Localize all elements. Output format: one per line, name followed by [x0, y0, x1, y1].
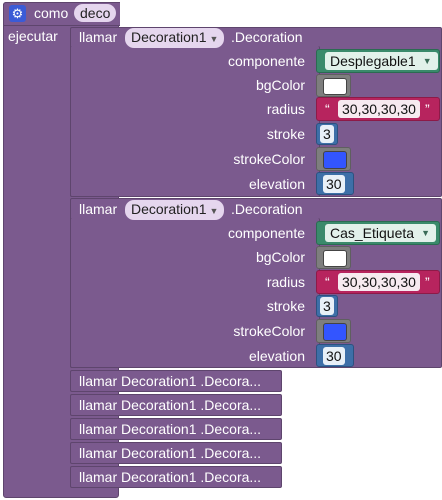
call-2-componente-label: componente: [227, 225, 305, 241]
call-2-elevation-block[interactable]: 30: [316, 344, 354, 367]
quote-open-icon: “: [325, 274, 330, 290]
collapsed-call-3-label: llamar Decoration1 .Decora...: [79, 421, 262, 437]
collapsed-call-4-label: llamar Decoration1 .Decora...: [79, 445, 262, 461]
quote-close-icon: ”: [425, 274, 430, 290]
chevron-down-icon: ▼: [209, 34, 219, 44]
call-2-radius-block[interactable]: “ 30,30,30,30 ”: [316, 270, 440, 294]
call-1-elevation-block[interactable]: 30: [316, 172, 354, 195]
call-2-stroke-value[interactable]: 3: [320, 297, 334, 315]
call-2-strokecolor-label: strokeColor: [233, 323, 305, 339]
collapsed-call-2-label: llamar Decoration1 .Decora...: [79, 397, 262, 413]
call-1-label: llamar: [79, 29, 118, 45]
call-2-label: llamar: [79, 201, 118, 217]
procedure-do-label: ejecutar: [8, 28, 58, 44]
call-1-strokecolor-swatch[interactable]: [323, 151, 347, 169]
collapsed-call-5-label: llamar Decoration1 .Decora...: [79, 469, 262, 485]
call-2-stroke-block[interactable]: 3: [316, 295, 338, 317]
call-2-bgcolor-block[interactable]: [316, 246, 351, 269]
collapsed-call-3[interactable]: llamar Decoration1 .Decora...: [70, 418, 282, 440]
call-1-stroke-label: stroke: [266, 126, 305, 142]
call-1-stroke-block[interactable]: 3: [316, 123, 338, 145]
call-2-method: .Decoration: [231, 201, 303, 217]
call-1-componente-label: componente: [227, 53, 305, 69]
call-1-bgcolor-label: bgColor: [255, 77, 305, 93]
call-1-strokecolor-label: strokeColor: [233, 151, 305, 167]
chevron-down-icon: ▼: [209, 206, 219, 216]
call-2-componente-value: Cas_Etiqueta: [330, 225, 415, 241]
call-1-component-value: Decoration1: [131, 29, 207, 45]
call-2-bgcolor-label: bgColor: [255, 249, 305, 265]
call-1-stroke-value[interactable]: 3: [320, 125, 334, 143]
call-2-elevation-value[interactable]: 30: [323, 347, 345, 365]
call-1-component-dropdown[interactable]: Decoration1 ▼: [125, 28, 225, 48]
call-1-radius-value[interactable]: 30,30,30,30: [338, 100, 420, 118]
call-1-componente-block[interactable]: Desplegable1 ▼: [316, 49, 440, 73]
call-2-strokecolor-block[interactable]: [316, 319, 351, 343]
call-1-componente-dropdown[interactable]: Desplegable1 ▼: [325, 52, 438, 70]
collapsed-call-1[interactable]: llamar Decoration1 .Decora...: [70, 370, 282, 392]
collapsed-call-2[interactable]: llamar Decoration1 .Decora...: [70, 394, 282, 416]
call-1-radius-block[interactable]: “ 30,30,30,30 ”: [316, 97, 440, 121]
call-1-bgcolor-swatch[interactable]: [323, 78, 347, 95]
call-1-elevation-label: elevation: [248, 176, 305, 192]
collapsed-call-5[interactable]: llamar Decoration1 .Decora...: [70, 466, 282, 488]
call-2-componente-block[interactable]: Cas_Etiqueta ▼: [316, 221, 440, 245]
call-2-elevation-label: elevation: [248, 348, 305, 364]
call-2-radius-value[interactable]: 30,30,30,30: [338, 273, 420, 291]
procedure-keyword: como: [34, 5, 69, 21]
procedure-name-field[interactable]: deco: [74, 4, 117, 22]
collapsed-call-1-label: llamar Decoration1 .Decora...: [79, 373, 262, 389]
call-1-strokecolor-block[interactable]: [316, 147, 351, 171]
quote-close-icon: ”: [425, 101, 430, 117]
call-2-componente-dropdown[interactable]: Cas_Etiqueta ▼: [325, 224, 437, 242]
collapsed-call-4[interactable]: llamar Decoration1 .Decora...: [70, 442, 282, 464]
chevron-down-icon: ▼: [421, 228, 431, 238]
quote-open-icon: “: [325, 101, 330, 117]
call-2-component-value: Decoration1: [131, 201, 207, 217]
gear-icon[interactable]: ⚙: [9, 5, 26, 22]
call-1-method: .Decoration: [231, 29, 303, 45]
chevron-down-icon: ▼: [422, 56, 432, 66]
call-1-bgcolor-block[interactable]: [316, 74, 351, 97]
call-2-component-dropdown[interactable]: Decoration1 ▼: [125, 200, 225, 220]
call-2-radius-label: radius: [266, 274, 305, 290]
call-1-radius-label: radius: [266, 101, 305, 117]
call-2-strokecolor-swatch[interactable]: [323, 323, 347, 341]
call-1-componente-value: Desplegable1: [330, 53, 416, 69]
call-2-stroke-label: stroke: [266, 298, 305, 314]
call-2-bgcolor-swatch[interactable]: [323, 250, 347, 267]
call-1-elevation-value[interactable]: 30: [323, 175, 345, 193]
